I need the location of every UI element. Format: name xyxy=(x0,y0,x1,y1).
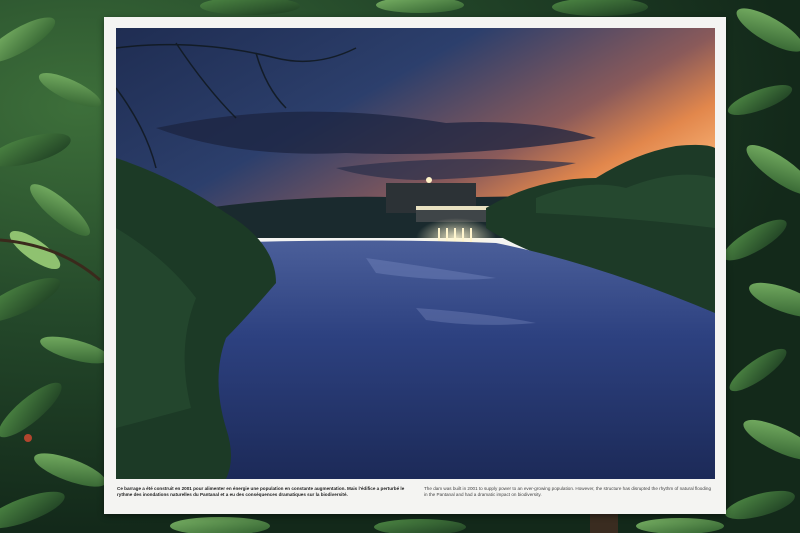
outdoor-scene: Ce barrage a été construit en 2001 pour … xyxy=(0,0,800,533)
sign-post xyxy=(590,514,618,533)
caption-french: Ce barrage a été construit en 2001 pour … xyxy=(117,486,405,497)
right-foliage xyxy=(723,8,800,520)
left-foliage xyxy=(0,17,110,529)
caption-english: The dam was built in 2001 to supply powe… xyxy=(424,486,712,497)
dam-photograph xyxy=(116,28,715,479)
caption-block: Ce barrage a été construit en 2001 pour … xyxy=(117,486,714,498)
exhibition-panel: Ce barrage a été construit en 2001 pour … xyxy=(104,17,726,514)
